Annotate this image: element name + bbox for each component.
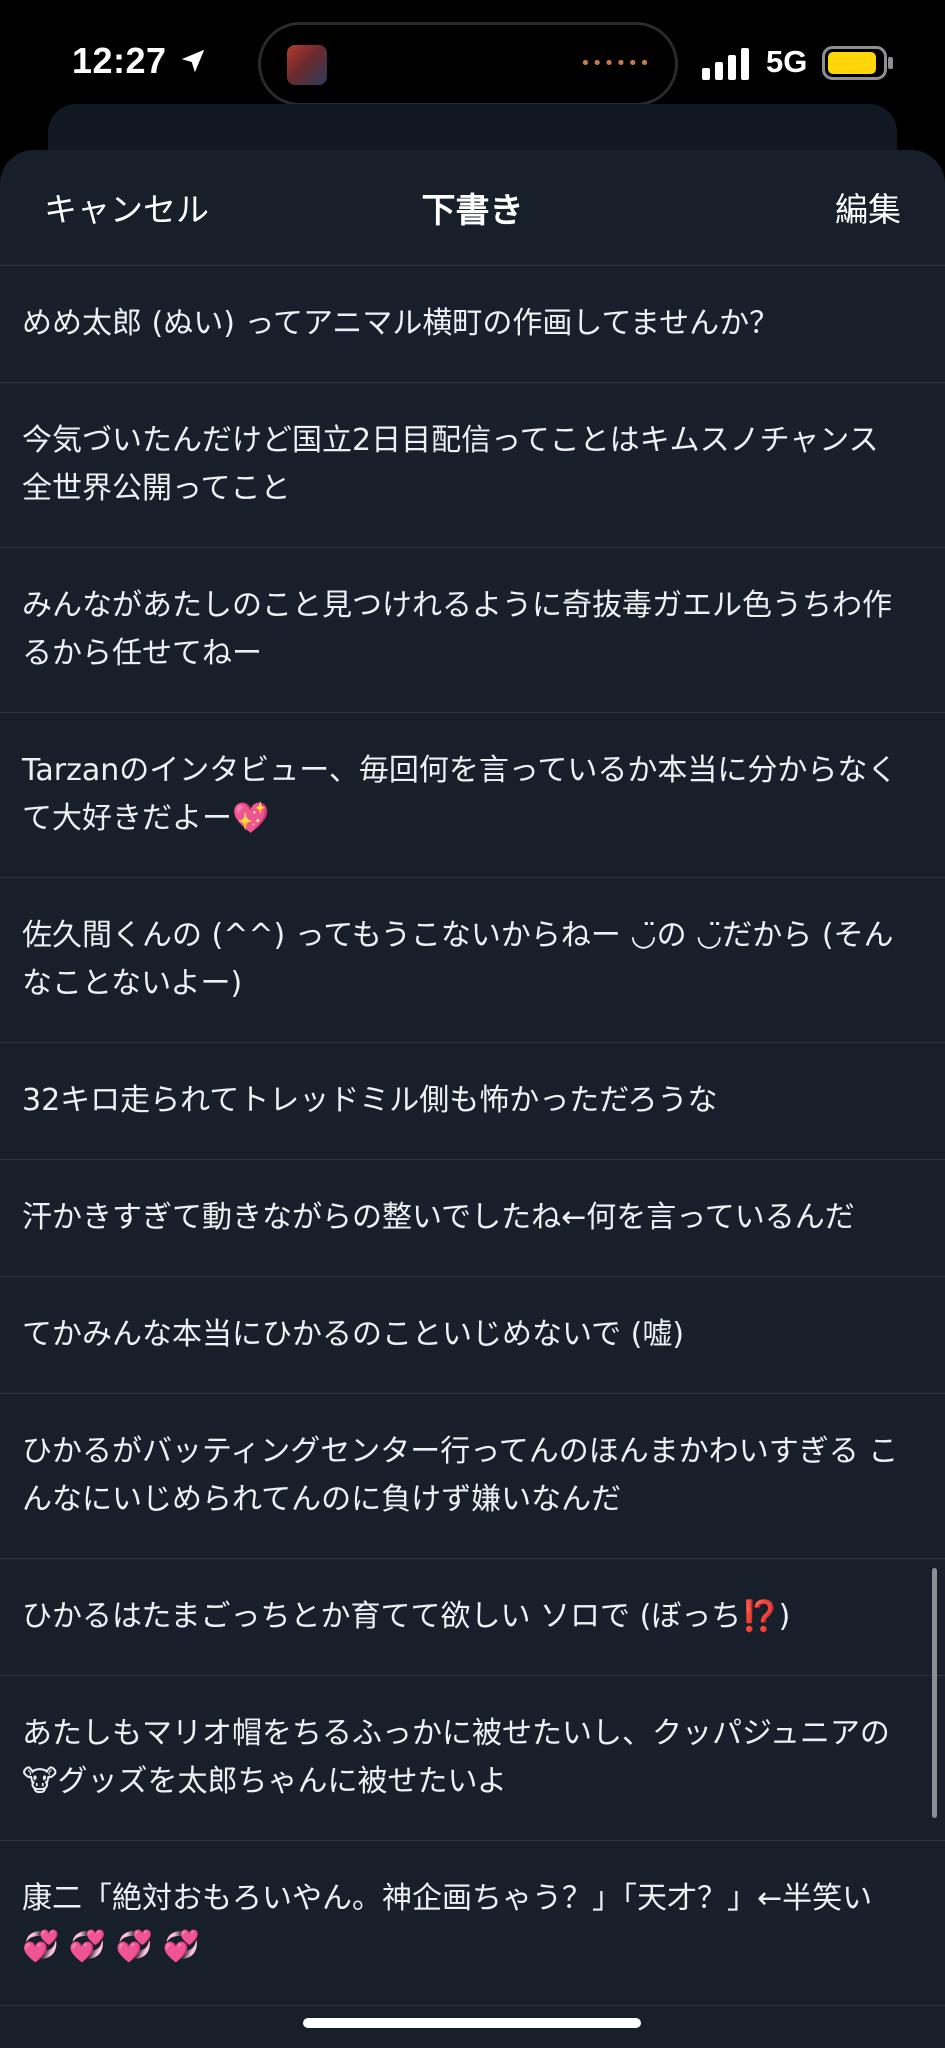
island-activity-indicator: •••••• bbox=[579, 53, 651, 74]
draft-text: めめ太郎 (ぬい) ってアニマル横町の作画してませんか？ bbox=[22, 306, 780, 341]
drafts-sheet: キャンセル 下書き 編集 めめ太郎 (ぬい) ってアニマル横町の作画してませんか… bbox=[0, 150, 945, 2048]
draft-item[interactable]: めめ太郎 (ぬい) ってアニマル横町の作画してませんか？ bbox=[0, 266, 945, 383]
draft-item[interactable]: ひかるはたまごっちとか育てて欲しい ソロで (ぼっち⁉️) bbox=[0, 1559, 945, 1676]
battery-icon bbox=[822, 46, 893, 80]
dynamic-island[interactable]: •••••• bbox=[258, 22, 678, 106]
status-time: 12:27 bbox=[72, 40, 167, 81]
draft-item[interactable]: 今気づいたんだけど国立2日目配信ってことはキムスノチャンス全世界公開ってこと bbox=[0, 383, 945, 548]
draft-text: てかみんな本当にひかるのこといじめないで (嘘) bbox=[22, 1317, 685, 1352]
draft-text: 康二「絶対おもろいやん。神企画ちゃう？」「天才？」←半笑い💞 💞 💞 💞 bbox=[22, 1881, 873, 1964]
draft-text: あたしもマリオ帽をちるふっかに被せたいし、クッパジュニアの🐮グッズを太郎ちゃんに… bbox=[22, 1716, 890, 1799]
now-playing-thumbnail bbox=[287, 45, 327, 85]
draft-text: ひかるはたまごっちとか育てて欲しい ソロで (ぼっち⁉️) bbox=[22, 1599, 791, 1634]
network-type: 5G bbox=[766, 44, 808, 79]
draft-item[interactable]: 佐久間くんの (^^) ってもうこないからねー ◡̈の ◡̈だから (そんなこと… bbox=[0, 878, 945, 1043]
drafts-list: めめ太郎 (ぬい) ってアニマル横町の作画してませんか？ 今気づいたんだけど国立… bbox=[0, 266, 945, 2006]
cellular-signal-icon bbox=[702, 48, 749, 80]
draft-text: 32キロ走られてトレッドミル側も怖かっただろうな bbox=[22, 1083, 718, 1118]
draft-text: Tarzanのインタビュー、毎回何を言っているか本当に分からなくて大好きだよー💖 bbox=[22, 753, 898, 836]
sheet-header: キャンセル 下書き 編集 bbox=[0, 150, 945, 266]
draft-text: 今気づいたんだけど国立2日目配信ってことはキムスノチャンス全世界公開ってこと bbox=[22, 423, 879, 506]
edit-button[interactable]: 編集 bbox=[835, 183, 901, 231]
draft-text: 汗かきすぎて動きながらの整いでしたね←何を言っているんだ bbox=[22, 1200, 855, 1235]
draft-item[interactable]: 康二「絶対おもろいやん。神企画ちゃう？」「天才？」←半笑い💞 💞 💞 💞 bbox=[0, 1841, 945, 2006]
draft-item[interactable]: みんながあたしのこと見つけれるように奇抜毒ガエル色うちわ作るから任せてねー bbox=[0, 548, 945, 713]
draft-text: みんながあたしのこと見つけれるように奇抜毒ガエル色うちわ作るから任せてねー bbox=[22, 588, 892, 671]
draft-text: ひかるがバッティングセンター行ってんのほんまかわいすぎる こんなにいじめられてん… bbox=[22, 1434, 899, 1517]
draft-item[interactable]: 32キロ走られてトレッドミル側も怖かっただろうな bbox=[0, 1043, 945, 1160]
draft-item[interactable]: Tarzanのインタビュー、毎回何を言っているか本当に分からなくて大好きだよー💖 bbox=[0, 713, 945, 878]
page-title: 下書き bbox=[421, 191, 524, 231]
scrollbar[interactable] bbox=[932, 1568, 937, 1818]
draft-text: 佐久間くんの (^^) ってもうこないからねー ◡̈の ◡̈だから (そんなこと… bbox=[22, 918, 894, 1001]
draft-item[interactable]: 汗かきすぎて動きながらの整いでしたね←何を言っているんだ bbox=[0, 1160, 945, 1277]
location-arrow-icon bbox=[181, 49, 205, 73]
draft-item[interactable]: ひかるがバッティングセンター行ってんのほんまかわいすぎる こんなにいじめられてん… bbox=[0, 1394, 945, 1559]
draft-item[interactable]: あたしもマリオ帽をちるふっかに被せたいし、クッパジュニアの🐮グッズを太郎ちゃんに… bbox=[0, 1676, 945, 1841]
home-indicator[interactable] bbox=[303, 2018, 641, 2028]
draft-item[interactable]: てかみんな本当にひかるのこといじめないで (嘘) bbox=[0, 1277, 945, 1394]
